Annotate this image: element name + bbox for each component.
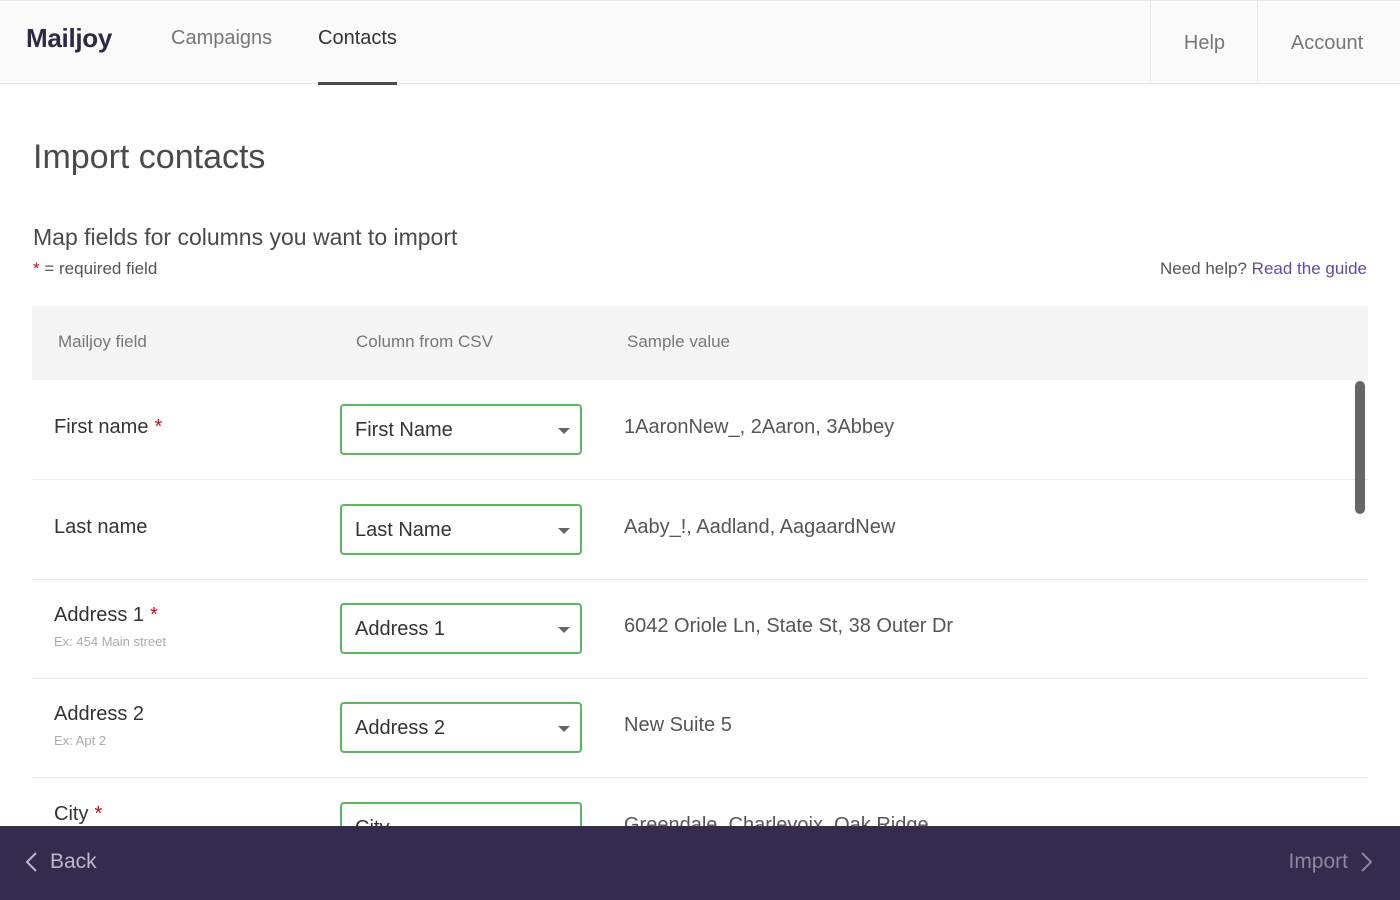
nav-account-label: Account [1290, 31, 1364, 54]
required-star: * [154, 416, 163, 438]
select-value: City [355, 817, 389, 826]
select-value: First Name [355, 419, 453, 441]
section-title: Map fields for columns you want to impor… [33, 224, 458, 250]
import-button[interactable]: Import [1288, 850, 1374, 874]
nav-account-link[interactable]: Account [1257, 1, 1400, 85]
required-star: * [33, 259, 40, 278]
table-row: First name * First Name 1AaronNew_, 2Aaro… [32, 380, 1368, 480]
table-row: City* City Greendale, Charlevoix, Oak Ri… [32, 778, 1368, 826]
field-label: Address 1 * [54, 604, 158, 627]
required-note-text: = required field [39, 259, 158, 278]
field-label-text: Address 1 [54, 604, 145, 626]
chevron-down-icon [558, 528, 570, 534]
header-column-from-csv: Column from CSV [356, 332, 493, 351]
field-label: Address 2 [54, 703, 150, 726]
sample-value: 6042 Oriole Ln, State St, 38 Outer Dr [624, 615, 954, 637]
select-value: Last Name [355, 519, 452, 541]
nav-help-link[interactable]: Help [1150, 1, 1258, 85]
csv-column-select[interactable]: Address 2 [340, 702, 582, 753]
page-title: Import contacts [33, 138, 266, 176]
help-prefix: Need help? [1159, 259, 1247, 278]
read-guide-link[interactable]: Read the guide [1252, 259, 1367, 278]
field-label: First name * [54, 416, 162, 439]
brand-logo[interactable]: Mailjoy [26, 23, 112, 54]
back-label: Back [50, 850, 97, 873]
bottom-action-bar: Back Import [0, 826, 1400, 900]
header-mailjoy-field: Mailjoy field [58, 332, 147, 351]
select-value: Address 2 [355, 717, 446, 739]
field-label-text: Address 2 [54, 703, 145, 725]
sample-value: New Suite 5 [624, 714, 732, 736]
required-star: * [150, 604, 158, 626]
table-row: Address 1 * Ex: 454 Main street Address 1… [32, 579, 1368, 679]
field-label-text: First name [54, 416, 149, 438]
chevron-down-icon [558, 627, 570, 633]
csv-column-select[interactable]: First Name [340, 404, 582, 455]
required-star: * [94, 803, 103, 825]
mapping-table-header: Mailjoy field Column from CSV Sample val… [32, 306, 1368, 380]
csv-column-select[interactable]: City [340, 802, 582, 826]
field-label-text: City [54, 803, 89, 825]
select-value: Address 1 [355, 618, 446, 640]
top-nav: Mailjoy Campaigns Contacts Help Account [0, 0, 1400, 85]
field-hint: Ex: 454 Main street [54, 634, 166, 649]
vertical-scrollbar[interactable] [1355, 381, 1365, 514]
field-label: Last name [54, 516, 153, 539]
chevron-down-icon [558, 726, 570, 732]
field-hint: Ex: Apt 2 [54, 733, 107, 748]
chevron-left-icon [25, 852, 37, 872]
chevron-down-icon [558, 428, 570, 434]
nav-tab-contacts[interactable]: Contacts [318, 27, 397, 85]
field-label-text: Last name [54, 516, 148, 538]
chevron-right-icon [1361, 852, 1373, 872]
table-row: Address 2 Ex: Apt 2 Address 2 New Suite … [32, 678, 1368, 778]
sample-value: Aaby_!, Aadland, AagaardNew [624, 516, 896, 538]
sample-value: Greendale, Charlevoix, Oak Ridge [624, 814, 929, 826]
import-label: Import [1288, 850, 1348, 873]
table-row: Last name Last Name Aaby_!, Aadland, Aag… [32, 480, 1368, 580]
required-field-note: * = required field [33, 259, 157, 279]
field-label: City * [54, 803, 102, 826]
nav-tab-campaigns[interactable]: Campaigns [171, 27, 272, 85]
mapping-table-body[interactable]: First name * First Name 1AaronNew_, 2Aaro… [32, 380, 1368, 826]
header-sample-value: Sample value [627, 332, 731, 351]
back-button[interactable]: Back [24, 850, 97, 874]
nav-help-label: Help [1183, 31, 1226, 54]
help-line: Need help? Read the guide [1160, 259, 1367, 279]
sample-value: 1AaronNew_, 2Aaron, 3Abbey [624, 416, 895, 438]
csv-column-select[interactable]: Address 1 [340, 603, 582, 654]
csv-column-select[interactable]: Last Name [340, 504, 582, 555]
